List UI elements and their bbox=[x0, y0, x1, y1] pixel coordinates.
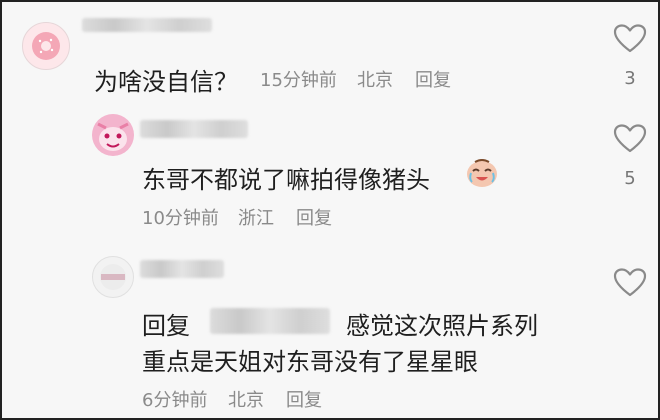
comment-time: 6分钟前 bbox=[142, 390, 208, 411]
user-avatar[interactable] bbox=[22, 22, 70, 70]
comment-location: 浙江 bbox=[238, 208, 274, 229]
username-redacted[interactable] bbox=[82, 18, 212, 32]
comment-section: 为啥没自信？ 15分钟前 北京 回复 3 东哥不都说了嘛拍得像猪头 10分钟前 … bbox=[0, 0, 660, 420]
heart-outline-icon[interactable] bbox=[613, 24, 647, 54]
crying-laughing-emoji-icon bbox=[467, 159, 497, 187]
username-redacted[interactable] bbox=[140, 120, 248, 138]
pink-character-avatar-icon bbox=[92, 114, 134, 156]
reply-button[interactable]: 回复 bbox=[415, 66, 451, 92]
heart-outline-icon[interactable] bbox=[613, 124, 647, 154]
user-avatar[interactable] bbox=[92, 114, 134, 156]
like-count: 5 bbox=[624, 168, 636, 189]
reply-button[interactable]: 回复 bbox=[296, 204, 332, 230]
like-count: 3 bbox=[624, 68, 636, 89]
username-redacted[interactable] bbox=[140, 260, 224, 278]
donut-avatar-icon bbox=[32, 32, 60, 60]
comment-text-line2: 重点是天姐对东哥没有了星星眼 bbox=[142, 348, 478, 376]
comment-text-line1: 感觉这次照片系列 bbox=[346, 312, 538, 340]
comment-location: 北京 bbox=[357, 70, 393, 91]
reply-prefix: 回复 bbox=[142, 312, 190, 340]
comment-text: 为啥没自信？ bbox=[94, 68, 238, 96]
comment-time: 15分钟前 bbox=[260, 70, 337, 91]
heart-outline-icon[interactable] bbox=[613, 268, 647, 298]
comment-text: 东哥不都说了嘛拍得像猪头 bbox=[142, 166, 430, 194]
reply-button[interactable]: 回复 bbox=[286, 386, 322, 412]
comment-location: 北京 bbox=[228, 390, 264, 411]
comment-time: 10分钟前 bbox=[142, 208, 219, 229]
user-avatar[interactable] bbox=[92, 256, 134, 298]
mentioned-username-redacted[interactable] bbox=[210, 308, 330, 334]
default-avatar-icon bbox=[100, 264, 126, 290]
